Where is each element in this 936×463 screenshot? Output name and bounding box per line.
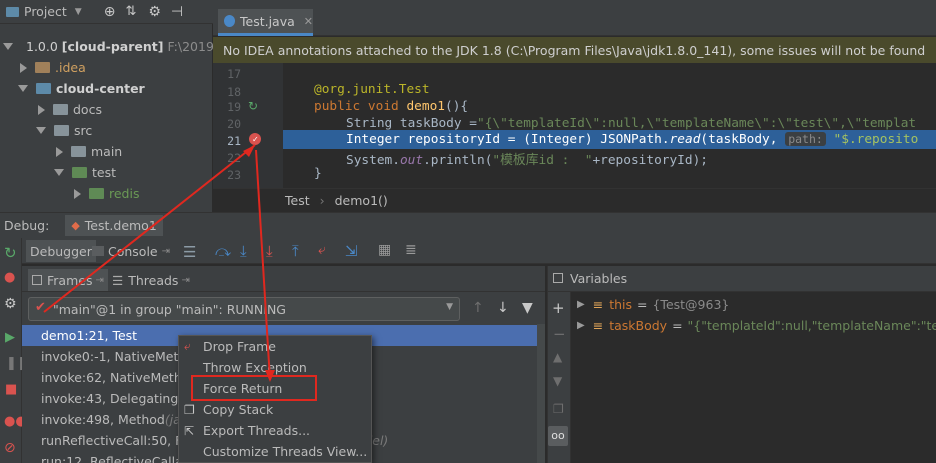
annotation-arrows — [43, 144, 275, 382]
arrow-to-force-return — [255, 149, 271, 381]
arrowhead — [243, 145, 255, 157]
arrow-to-thread — [43, 144, 256, 313]
arrowhead — [265, 370, 275, 382]
